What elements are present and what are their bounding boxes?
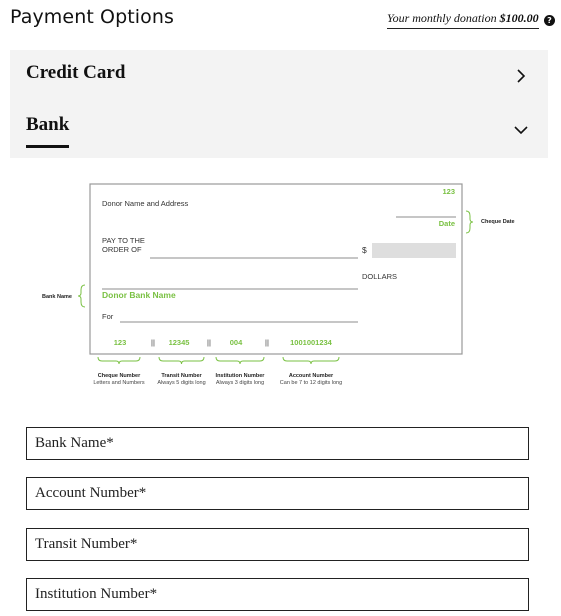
cheque-number-label: 123 — [442, 187, 455, 196]
dollars-label: DOLLARS — [362, 272, 397, 281]
for-label: For — [102, 312, 114, 321]
date-label: Date — [439, 219, 455, 228]
micr-group-bracket — [215, 356, 265, 365]
micr-caption-subtitle: Letters and Numbers — [93, 380, 145, 386]
micr-caption-title: Transit Number — [161, 373, 202, 379]
bank-name-brace — [77, 284, 86, 308]
micr-separator: || — [265, 338, 269, 347]
bank-name-input[interactable]: Bank Name* — [26, 427, 529, 460]
micr-caption-title: Cheque Number — [98, 373, 141, 379]
micr-number: 004 — [230, 338, 243, 347]
micr-separator: || — [151, 338, 155, 347]
cheque-date-brace — [465, 210, 474, 234]
micr-number: 123 — [114, 338, 127, 347]
micr-separator: || — [207, 338, 211, 347]
micr-number: 12345 — [169, 338, 190, 347]
micr-caption-subtitle: Always 3 digits long — [216, 380, 264, 386]
bank-name-placeholder: Bank Name* — [35, 435, 114, 451]
micr-caption-title: Account Number — [289, 373, 334, 379]
micr-group-bracket — [97, 356, 141, 365]
micr-caption-subtitle: Can be 7 to 12 digits long — [280, 380, 342, 386]
micr-group-bracket — [158, 356, 205, 365]
micr-group-bracket — [282, 356, 340, 365]
dollar-sign: $ — [362, 245, 367, 255]
sample-cheque-diagram: 123 Date Cheque Date Donor Name and Address… — [42, 183, 515, 386]
order-of-label: ORDER OF — [102, 245, 142, 254]
account-number-input[interactable]: Account Number* — [26, 477, 529, 510]
transit-number-placeholder: Transit Number* — [35, 536, 138, 552]
cheque-date-caption: Cheque Date — [481, 219, 515, 225]
donor-bank-name: Donor Bank Name — [102, 290, 176, 300]
transit-number-input[interactable]: Transit Number* — [26, 528, 529, 561]
cheque-illustration: 123 Date Cheque Date Donor Name and Address… — [42, 183, 515, 386]
amount-box — [372, 243, 456, 258]
micr-caption-subtitle: Always 5 digits long — [157, 380, 205, 386]
institution-number-placeholder: Institution Number* — [35, 586, 158, 602]
cheque-border — [89, 183, 463, 355]
account-number-placeholder: Account Number* — [35, 485, 147, 501]
micr-number: 1001001234 — [290, 338, 333, 347]
institution-number-input[interactable]: Institution Number* — [26, 578, 529, 611]
bank-name-caption: Bank Name — [42, 294, 72, 300]
micr-caption-title: Institution Number — [216, 373, 266, 379]
pay-to-label: PAY TO THE — [102, 236, 145, 245]
donor-name-address-label: Donor Name and Address — [102, 199, 189, 208]
